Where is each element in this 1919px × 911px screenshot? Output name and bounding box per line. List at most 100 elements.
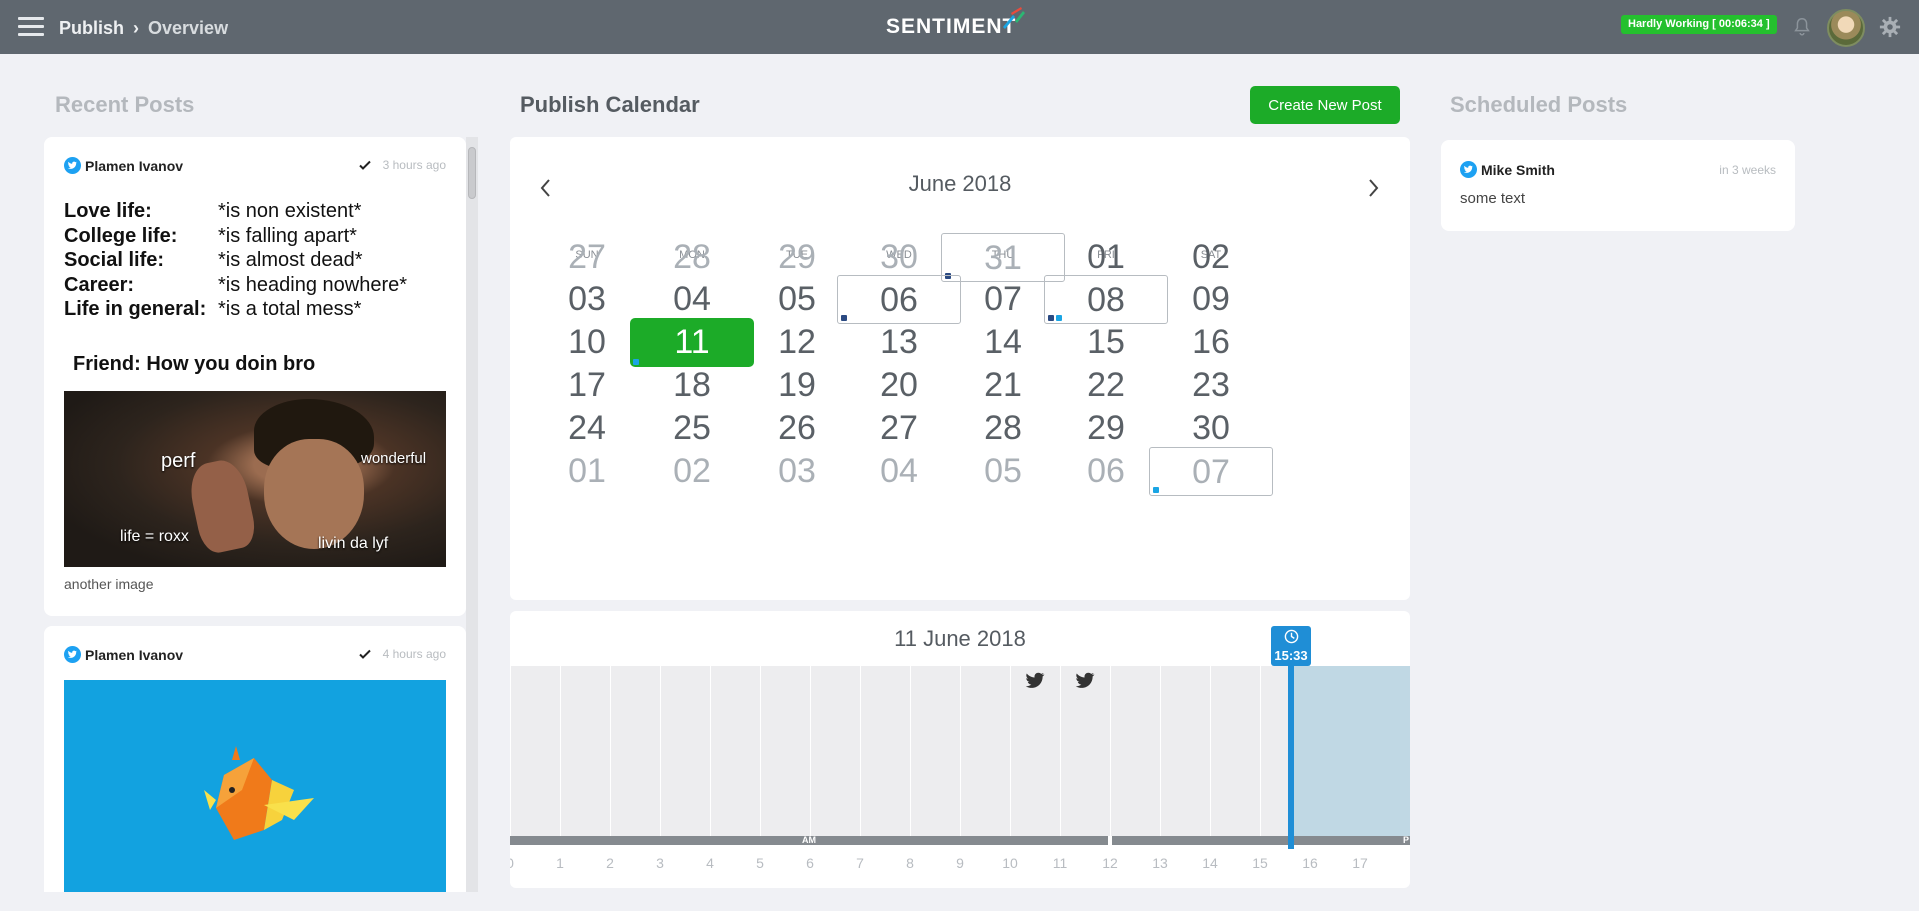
image-caption-wonderful: wonderful [361, 450, 427, 467]
post-time: 3 hours ago [382, 158, 446, 172]
calendar-day[interactable]: 07 [1149, 447, 1273, 496]
brand-logo[interactable]: SENTIMENT [886, 15, 1016, 39]
check-icon [359, 160, 371, 170]
post-image[interactable]: perf wonderful life = roxx livin da lyf [64, 391, 446, 567]
timeline-hour-label: 4 [706, 855, 714, 871]
timeline-hour-line [510, 666, 511, 836]
timeline-hour-label: 10 [1002, 855, 1018, 871]
meme-key: College life: [64, 224, 178, 247]
timeline-hour-label: 17 [1352, 855, 1368, 871]
meme-row: Social life: *is almost dead* [64, 248, 446, 273]
image-caption-livin: livin da lyf [318, 535, 389, 552]
timeline-hour-line [560, 666, 561, 836]
breadcrumb: Publish › Overview [59, 18, 228, 39]
meme-value: *is non existent* [218, 200, 362, 222]
scheduled-posts-list: Mike Smith in 3 weeks some text [1441, 140, 1919, 232]
image-caption-perf: perf [161, 450, 196, 472]
current-time-flag[interactable]: 15:33 [1271, 626, 1311, 666]
recent-posts-list[interactable]: Plamen Ivanov 3 hours ago Love life: *is … [44, 137, 466, 892]
photo-detail [185, 456, 259, 556]
breadcrumb-publish[interactable]: Publish [59, 18, 124, 39]
calendar-day[interactable]: 09 [1149, 275, 1273, 324]
scrollbar-thumb[interactable] [468, 147, 476, 199]
bell-icon[interactable] [1791, 16, 1813, 38]
timeline-hour-line [660, 666, 661, 836]
twitter-bird-icon[interactable] [1025, 672, 1045, 690]
timeline-hour-label: 16 [1302, 855, 1318, 871]
timeline-hour-label: 11 [1052, 855, 1068, 871]
post-author[interactable]: Plamen Ivanov [85, 647, 183, 663]
scheduled-post-time: in 3 weeks [1719, 163, 1776, 177]
meme-key: Love life: [64, 200, 152, 222]
publish-calendar: June 2018 SUN MON TUE WED THU FRI SAT 27 28 29 30 3… [510, 137, 1410, 600]
timeline-hour-line [1060, 666, 1061, 836]
day-timeline: 11 June 2018 AM P 15:33 0123456789101112… [510, 611, 1410, 888]
calendar-day[interactable]: 23 [1149, 361, 1273, 410]
menu-icon[interactable] [18, 17, 44, 37]
timeline-hour-line [760, 666, 761, 836]
timeline-hour-label: 5 [756, 855, 764, 871]
logo-mark-icon [1003, 7, 1025, 29]
timeline-pm-bar: P [1112, 836, 1410, 845]
meme-value: *is almost dead* [218, 249, 363, 272]
timeline-hour-label: 12 [1102, 855, 1118, 871]
bird-illustration-icon [204, 746, 314, 840]
post-header: Plamen Ivanov 3 hours ago [64, 157, 446, 174]
scheduled-post-card[interactable]: Mike Smith in 3 weeks some text [1441, 140, 1795, 231]
timeline-hour-line [1010, 666, 1011, 836]
timeline-grid[interactable] [510, 666, 1410, 836]
calendar-month-label: June 2018 [908, 171, 1012, 196]
image-caption-life: life = roxx [120, 528, 189, 545]
timeline-hour-label: 2 [606, 855, 614, 871]
calendar-day[interactable]: 16 [1149, 318, 1273, 367]
current-time-label: 15:33 [1274, 648, 1308, 663]
recent-posts-title: Recent Posts [55, 92, 195, 117]
timeline-hour-line [610, 666, 611, 836]
avatar[interactable] [1827, 9, 1865, 47]
meme-row: Life in general: *is a total mess* [64, 297, 446, 322]
meme-row: College life: *is falling apart* [64, 224, 446, 249]
post-image[interactable] [64, 680, 446, 892]
meme-row: Love life: *is non existent* [64, 199, 446, 224]
recent-posts-scrollbar[interactable] [466, 137, 478, 892]
timeline-future-region [1291, 666, 1410, 836]
clock-icon [1284, 629, 1299, 644]
scheduled-post-author[interactable]: Mike Smith [1481, 162, 1555, 178]
meme-value: *is heading nowhere* [218, 273, 408, 296]
publish-calendar-title: Publish Calendar [520, 92, 700, 117]
timeline-hour-line [960, 666, 961, 836]
post-caption: another image [64, 576, 154, 592]
twitter-bird-icon[interactable] [1075, 672, 1095, 690]
timeline-hour-line [1260, 666, 1261, 836]
timeline-hour-label: 15 [1252, 855, 1268, 871]
twitter-icon [64, 157, 81, 174]
timeline-am-bar: AM [510, 836, 1108, 845]
timeline-hour-label: 7 [856, 855, 864, 871]
calendar-day[interactable]: 30 [1149, 404, 1273, 453]
timeline-hour-line [710, 666, 711, 836]
scheduled-posts-title: Scheduled Posts [1450, 92, 1628, 117]
timeline-hour-label: 13 [1152, 855, 1168, 871]
create-new-post-button[interactable]: Create New Post [1250, 86, 1400, 124]
status-badge[interactable]: Hardly Working [ 00:06:34 ] [1621, 15, 1777, 34]
meme-row: Career: *is heading nowhere* [64, 273, 446, 298]
check-icon [359, 649, 371, 659]
post-card[interactable]: Plamen Ivanov 4 hours ago [44, 626, 466, 892]
timeline-hour-label: 14 [1202, 855, 1218, 871]
chevron-right-icon: › [133, 18, 140, 38]
timeline-hour-label: 0 [510, 855, 530, 871]
meme-friend-line: Friend: How you doin bro [73, 353, 316, 375]
timeline-hour-line [1160, 666, 1161, 836]
post-indicator-dot [1153, 487, 1159, 493]
post-author[interactable]: Plamen Ivanov [85, 158, 183, 174]
breadcrumb-overview: Overview [148, 18, 229, 38]
photo-detail [264, 439, 364, 549]
post-card[interactable]: Plamen Ivanov 3 hours ago Love life: *is … [44, 137, 466, 616]
meme-key: Social life: [64, 249, 165, 272]
meme-key: Career: [64, 273, 135, 296]
timeline-hour-line [1110, 666, 1111, 836]
timeline-hour-label: 6 [806, 855, 814, 871]
chevron-right-icon[interactable] [1365, 177, 1381, 199]
gear-icon[interactable] [1879, 16, 1901, 38]
twitter-icon [64, 646, 81, 663]
